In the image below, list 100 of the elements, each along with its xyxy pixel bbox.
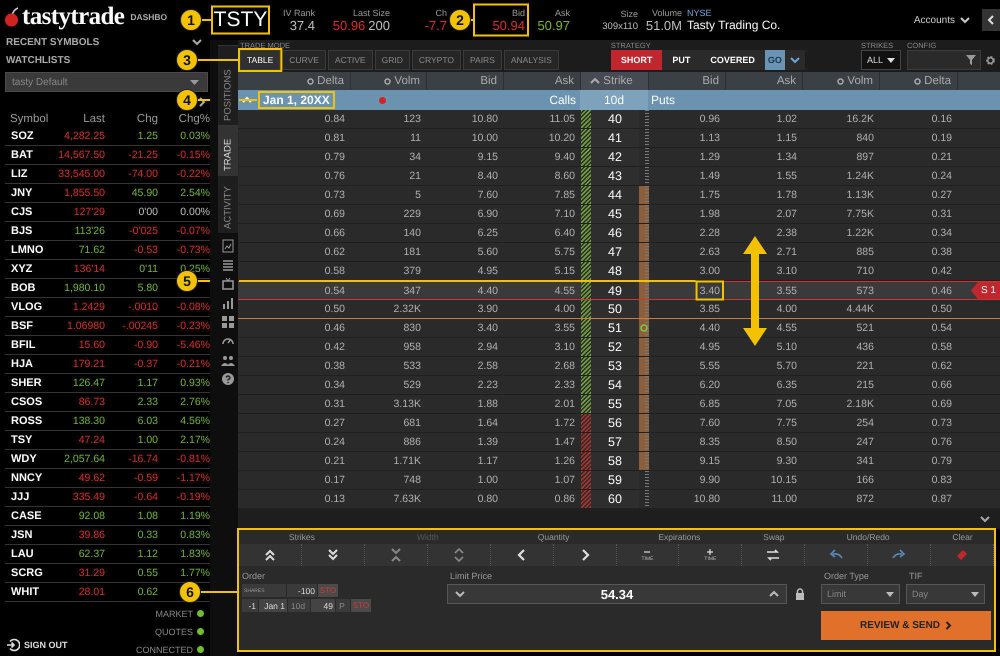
symbol-display[interactable]: TSTY xyxy=(213,8,268,32)
table-cell-text: 0.62 xyxy=(324,245,346,260)
strikes-dropdown[interactable]: ALL xyxy=(861,50,901,70)
change-cell-text: -74.00 xyxy=(127,168,158,180)
table-cell: 0.31 xyxy=(932,208,952,220)
strategy-option[interactable]: SHORT xyxy=(610,50,662,70)
change-cell-text: -0.59 xyxy=(133,472,158,484)
chart-icon[interactable] xyxy=(221,239,235,253)
go-button[interactable]: GO xyxy=(764,50,785,70)
list-icon[interactable] xyxy=(221,258,235,272)
table-row[interactable]: 0.27 681 1.64 1.72 56 7.60 7.75 254 0.73 xyxy=(238,414,1000,433)
chevron-right-icon[interactable] xyxy=(198,97,206,107)
side-tab[interactable]: TRADE xyxy=(218,125,238,175)
filter-icon[interactable] xyxy=(966,55,976,65)
config-field[interactable] xyxy=(907,50,981,70)
help-icon[interactable] xyxy=(221,372,235,386)
table-row[interactable]: 0.81 11 10.00 10.20 41 1.13 1.15 840 0.19 xyxy=(238,129,1000,148)
trade-mode-tab[interactable]: PAIRS xyxy=(462,50,502,70)
table-cell: 0.34 xyxy=(932,227,952,239)
table-row[interactable]: 0.73 5 7.60 7.85 44 1.75 1.78 1.13K 0.27 xyxy=(238,186,1000,205)
table-cell: 0.16 xyxy=(932,113,952,125)
table-row[interactable]: 0.38 533 2.58 2.68 53 5.55 5.70 221 0.62 xyxy=(238,357,1000,376)
last-cell-text: 179.21 xyxy=(72,358,105,370)
trade-mode-tab[interactable]: TABLE xyxy=(240,50,280,70)
grid-icon[interactable] xyxy=(221,315,235,329)
table-cell-text: 5 xyxy=(414,188,422,203)
change-percent-cell-text: 0.83% xyxy=(179,529,210,541)
accounts-menu[interactable]: Accounts xyxy=(908,14,976,26)
sign-out-button[interactable]: SIGN OUT xyxy=(6,638,68,652)
table-cell-text: 6.25 xyxy=(476,226,499,241)
trade-mode-tab[interactable]: ACTIVE xyxy=(328,50,373,70)
strike-cell: 59 xyxy=(591,471,639,489)
table-row[interactable]: 0.17 748 1.00 1.07 59 9.90 10.15 166 0.83 xyxy=(238,471,1000,490)
table-cell: 2.63 xyxy=(700,246,720,258)
field-label: TIF xyxy=(908,571,924,583)
strategy-option[interactable]: PUT xyxy=(662,50,700,70)
table-cell-text: 3.40 xyxy=(476,321,499,336)
review-send-button[interactable]: REVIEW & SEND xyxy=(821,611,991,640)
chevron-up-icon[interactable] xyxy=(768,590,780,598)
table-cell: 215 xyxy=(856,379,874,391)
sign-out-icon xyxy=(6,638,20,652)
trade-mode-tab[interactable]: CRYPTO xyxy=(412,50,461,70)
collapse-button[interactable] xyxy=(982,9,1000,31)
symbol-cell-text: HJA xyxy=(10,358,34,370)
last-cell-text: 126.47 xyxy=(72,377,105,389)
table-row[interactable]: 0.31 3.13K 1.88 2.01 55 6.85 7.05 2.18K 0.69 xyxy=(238,395,1000,414)
trade-mode-tab[interactable]: ANALYSIS xyxy=(504,50,559,70)
column-header[interactable]: Strike xyxy=(581,72,649,90)
table-row[interactable]: 0.42 958 2.94 3.10 52 4.95 5.10 436 0.58 xyxy=(238,338,1000,357)
table-row[interactable]: 0.79 34 9.15 9.40 42 1.29 1.34 897 0.21 xyxy=(238,148,1000,167)
side-tab[interactable]: ACTIVITY xyxy=(218,175,238,233)
last-cell-text: 138.30 xyxy=(72,415,105,427)
people-icon[interactable] xyxy=(221,353,235,367)
settings-icon[interactable] xyxy=(985,54,996,66)
table-row[interactable]: 0.54 347 4.40 4.55 49 3.40 3.55 573 0.46 S 1 xyxy=(238,281,1000,300)
symbol-cell-text: CJS xyxy=(10,206,34,218)
last-cell-text: 92.08 xyxy=(78,510,105,522)
limit-price-field[interactable]: 54.34 xyxy=(447,584,787,604)
trade-mode-tab[interactable]: CURVE xyxy=(282,50,326,70)
caret-down-icon xyxy=(887,58,895,62)
strike-cell: 46 xyxy=(591,224,639,242)
change-percent-cell-text: -0.23% xyxy=(176,320,210,332)
table-cell: 872 xyxy=(856,493,874,505)
table-row[interactable]: 0.76 21 8.40 8.60 43 1.49 1.55 1.24K 0.24 xyxy=(238,167,1000,186)
stat-value: 309x110 xyxy=(602,20,638,32)
last-cell-text: 1.2429 xyxy=(72,301,105,313)
lock-icon[interactable] xyxy=(795,588,805,600)
strike-cell: 49 xyxy=(591,282,639,299)
dashboard-link[interactable]: DASHBO xyxy=(130,12,168,22)
change-cell-text: 0.33 xyxy=(136,529,158,541)
table-cell-text: 4.55 xyxy=(554,284,576,298)
change-percent-cell-text: 2.17% xyxy=(179,434,210,446)
table-row[interactable]: 0.84 123 10.80 11.05 40 0.96 1.02 16.2K 0.16 xyxy=(238,110,1000,129)
highlight-box xyxy=(696,280,724,300)
table-cell-text: 1.88 xyxy=(476,397,499,412)
double-chevron-up-icon xyxy=(262,548,277,562)
trade-mode-tab[interactable]: GRID xyxy=(374,50,410,70)
tv-icon[interactable] xyxy=(221,277,235,291)
collapse-icon[interactable] xyxy=(242,96,252,104)
strategy-option[interactable]: COVERED xyxy=(700,50,765,70)
last-cell-text: 1.06980 xyxy=(66,320,105,332)
change-percent-cell-text: 1.77% xyxy=(179,567,210,579)
side-tab[interactable]: POSITIONS xyxy=(218,45,238,125)
table-row[interactable]: 0.34 529 2.23 2.33 54 6.20 6.35 215 0.66 xyxy=(238,376,1000,395)
swap-icon xyxy=(766,548,780,562)
bar-chart-icon[interactable] xyxy=(221,296,235,310)
table-cell-text: 0.17 xyxy=(324,473,346,488)
table-row[interactable]: 0.69 229 6.90 7.10 45 1.98 2.07 7.75K 0.31 xyxy=(238,205,1000,224)
strategy-menu-button[interactable] xyxy=(784,50,805,70)
chevron-down-icon[interactable] xyxy=(454,590,466,598)
table-row[interactable]: 0.24 886 1.39 1.47 57 8.35 8.50 247 0.76 xyxy=(238,433,1000,452)
table-cell: 6.35 xyxy=(776,379,797,391)
table-row[interactable]: 0.66 140 6.25 6.40 46 2.28 2.38 1.22K 0.34 xyxy=(238,224,1000,243)
strike-cell: 60 xyxy=(591,490,639,508)
table-row[interactable]: 0.21 1.71K 1.17 1.26 58 9.15 9.30 341 0.79 xyxy=(238,452,1000,471)
table-cell-text: 2.68 xyxy=(554,359,576,374)
table-cell: 7.60 xyxy=(700,417,720,429)
table-cell-text: 10.00 xyxy=(470,131,499,146)
position-tag: S 1 xyxy=(970,282,1000,299)
change-cell-text: 0'00 xyxy=(137,206,158,218)
